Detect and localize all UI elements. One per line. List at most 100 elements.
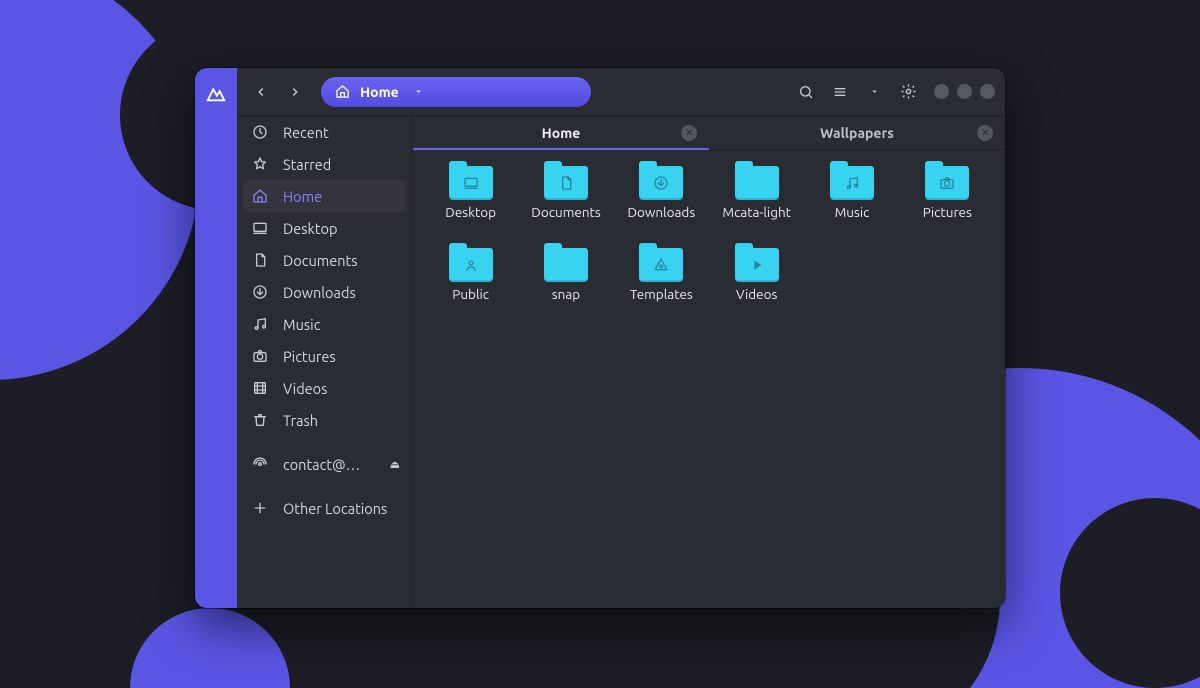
sidebar-item-label: Desktop (283, 220, 412, 237)
chevron-left-icon (254, 85, 268, 99)
folder-icon (735, 166, 779, 200)
tab-home[interactable]: Home (413, 116, 709, 150)
sidebar-item-desktop[interactable]: Desktop (237, 212, 412, 244)
folder-icon (449, 166, 493, 200)
close-icon (981, 128, 990, 137)
folder-icon (449, 248, 493, 282)
sidebar-item-videos[interactable]: Videos (237, 372, 412, 404)
folder-item[interactable]: Documents (518, 166, 613, 244)
sidebar-item-other[interactable]: Other Locations (237, 492, 412, 524)
trash-icon (251, 412, 269, 428)
folder-icon (544, 248, 588, 282)
home-icon (251, 188, 269, 204)
close-icon (685, 128, 694, 137)
folder-label: Mcata-light (722, 204, 791, 220)
folder-label: Pictures (923, 204, 972, 220)
search-button[interactable] (792, 78, 820, 106)
folder-item[interactable]: Templates (614, 248, 709, 326)
folder-label: Templates (630, 286, 693, 302)
folder-item[interactable]: Mcata-light (709, 166, 804, 244)
folder-item[interactable]: Desktop (423, 166, 518, 244)
sidebar-item-pictures[interactable]: Pictures (237, 340, 412, 372)
window-close-button[interactable] (980, 84, 995, 99)
sidebar-item-label: Recent (283, 124, 412, 141)
folder-icon (830, 166, 874, 200)
sidebar-item-trash[interactable]: Trash (237, 404, 412, 436)
back-button[interactable] (247, 78, 275, 106)
folder-icon (639, 248, 683, 282)
sidebar-item-music[interactable]: Music (237, 308, 412, 340)
sidebar-item-starred[interactable]: Starred (237, 148, 412, 180)
folder-label: snap (552, 286, 580, 302)
sidebar-item-label: Documents (283, 252, 412, 269)
window-maximize-button[interactable] (957, 84, 972, 99)
sidebar-item-label: contact@… (283, 456, 376, 473)
folder-item[interactable]: Downloads (614, 166, 709, 244)
folder-item[interactable]: Music (804, 166, 899, 244)
sidebar-item-label: Home (283, 188, 406, 205)
view-dropdown-button[interactable] (860, 78, 888, 106)
chevron-down-icon (413, 86, 424, 97)
plus-icon (251, 500, 269, 516)
tab-wallpapers[interactable]: Wallpapers (709, 116, 1005, 150)
icon-view[interactable]: Desktop Documents Downloads Mcata-light Musi… (413, 150, 1005, 608)
document-icon (251, 252, 269, 268)
folder-item[interactable]: Videos (709, 248, 804, 326)
film-icon (251, 380, 269, 396)
mountain-icon (205, 82, 227, 104)
sidebar-item-label: Music (283, 316, 412, 333)
list-icon (832, 84, 848, 100)
camera-icon (251, 348, 269, 364)
broadcast-icon (251, 456, 269, 472)
sidebar-item-home[interactable]: Home (243, 180, 406, 212)
folder-label: Desktop (445, 204, 496, 220)
sidebar-item-label: Videos (283, 380, 412, 397)
window-minimize-button[interactable] (934, 84, 949, 99)
tab-close-button[interactable] (977, 125, 993, 141)
sidebar-item-documents[interactable]: Documents (237, 244, 412, 276)
download-icon (251, 284, 269, 300)
folder-label: Videos (736, 286, 777, 302)
desktop-icon (251, 220, 269, 236)
folder-item[interactable]: snap (518, 248, 613, 326)
folder-item[interactable]: Public (423, 248, 518, 326)
tab-bar: Home Wallpapers (413, 116, 1005, 150)
folder-label: Public (452, 286, 489, 302)
forward-button[interactable] (281, 78, 309, 106)
eject-icon[interactable]: ⏏ (390, 458, 400, 471)
folder-icon (639, 166, 683, 200)
activities-strip[interactable] (195, 68, 237, 608)
main-panel: Home HomeWallpapers DesktopDo (413, 68, 1005, 608)
home-icon (335, 84, 350, 99)
window-controls (934, 84, 995, 99)
music-icon (251, 316, 269, 332)
star-icon (251, 156, 269, 172)
sidebar-item-network[interactable]: contact@… ⏏ (237, 448, 412, 480)
clock-icon (251, 124, 269, 140)
tab-label: Home (542, 125, 581, 141)
chevron-down-icon (869, 86, 880, 97)
gear-icon (900, 83, 917, 100)
path-label: Home (360, 84, 399, 100)
sidebar-item-recent[interactable]: Recent (237, 116, 412, 148)
sidebar-item-label: Starred (283, 156, 412, 173)
folder-label: Downloads (627, 204, 695, 220)
places-sidebar: Recent Starred Home Desktop Documents Downloa… (237, 68, 413, 608)
chevron-right-icon (288, 85, 302, 99)
path-bar[interactable]: Home (321, 77, 591, 107)
sidebar-item-label: Pictures (283, 348, 412, 365)
hamburger-menu-button[interactable] (894, 78, 922, 106)
folder-icon (735, 248, 779, 282)
sidebar-item-label: Other Locations (283, 500, 412, 517)
headerbar: Home (237, 68, 1005, 116)
tab-close-button[interactable] (681, 125, 697, 141)
folder-icon (925, 166, 969, 200)
sidebar-item-downloads[interactable]: Downloads (237, 276, 412, 308)
sidebar-item-label: Trash (283, 412, 412, 429)
view-list-button[interactable] (826, 78, 854, 106)
tab-label: Wallpapers (820, 125, 894, 141)
folder-icon (544, 166, 588, 200)
folder-item[interactable]: Pictures (900, 166, 995, 244)
file-manager-window: Recent Starred Home Desktop Documents Downloa… (195, 68, 1005, 608)
search-icon (798, 84, 814, 100)
